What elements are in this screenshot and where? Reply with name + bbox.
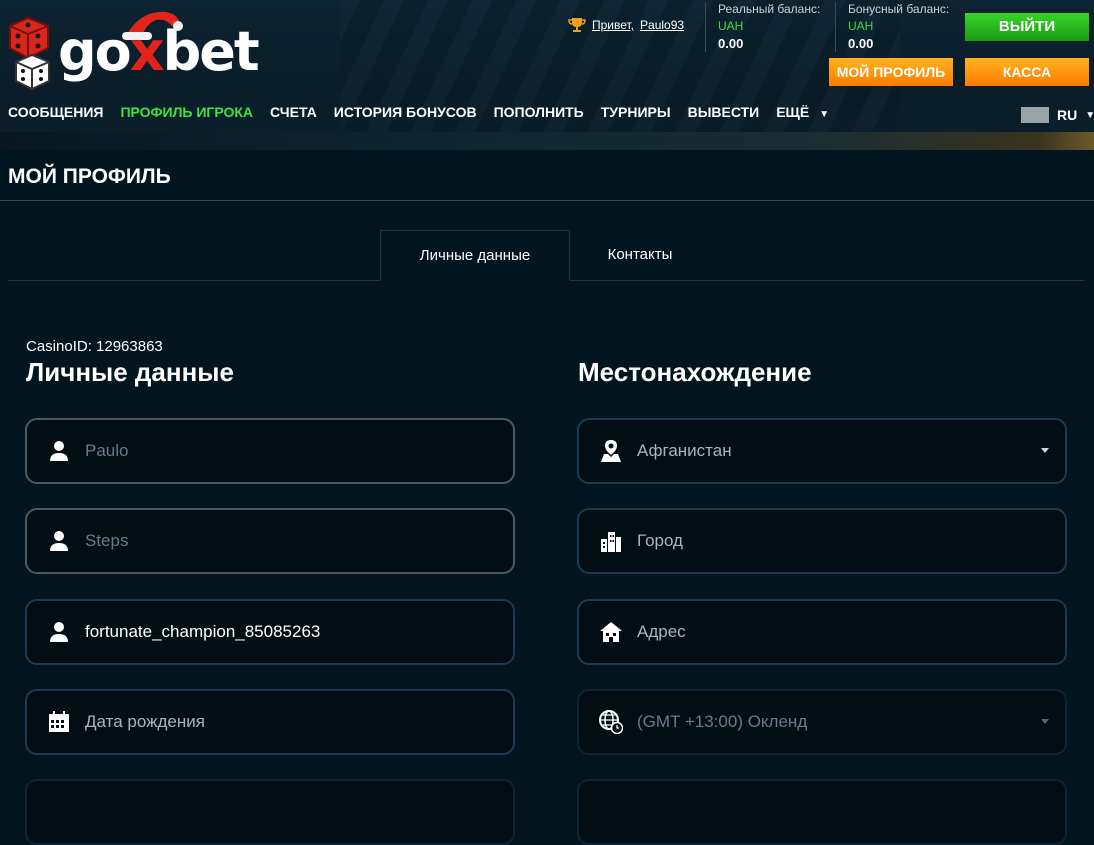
address-placeholder: Адрес [637, 622, 686, 641]
nav-item-messages[interactable]: СООБЩЕНИЯ [8, 104, 103, 120]
last-name-field[interactable]: Steps [25, 508, 515, 574]
nav-item-accounts[interactable]: СЧЕТА [270, 104, 317, 120]
bonus-balance-value: 0.00 [848, 36, 874, 51]
caret-down-icon: ▼ [1085, 109, 1094, 121]
country-value: Афганистан [637, 441, 732, 460]
bonus-balance-currency: UAH [848, 19, 874, 33]
trophy-icon [568, 18, 586, 32]
city-field[interactable]: Город [577, 508, 1067, 574]
santa-hat-icon [122, 11, 183, 40]
city-placeholder: Город [637, 531, 683, 550]
address-field[interactable]: Адрес [577, 599, 1067, 665]
city-buildings-icon [599, 529, 623, 553]
nav-item-player-profile[interactable]: ПРОФИЛЬ ИГРОКА [120, 104, 253, 120]
cashier-button[interactable]: КАССА [965, 58, 1089, 86]
timezone-select[interactable]: (GMT +13:00) Окленд [577, 689, 1067, 755]
tab-contacts[interactable]: Контакты [570, 230, 710, 280]
title-divider [0, 200, 1094, 201]
dropdown-arrow-icon [1041, 448, 1049, 453]
nav-item-withdraw[interactable]: ВЫВЕСТИ [688, 104, 760, 120]
user-greeting: Привет, Paulo93 [568, 16, 684, 34]
map-pin-icon [599, 439, 623, 463]
header-banner-strip [0, 132, 1094, 150]
calendar-icon [47, 710, 71, 734]
bonus-balance-label: Бонусный баланс: [848, 2, 950, 16]
greeting-link[interactable]: Привет, [592, 18, 634, 32]
dropdown-arrow-icon [1041, 719, 1049, 724]
page-title: МОЙ ПРОФИЛЬ [8, 165, 171, 188]
next-field-right[interactable] [577, 779, 1067, 845]
first-name-field[interactable]: Paulo [25, 418, 515, 484]
nav-item-bonus-history[interactable]: ИСТОРИЯ БОНУСОВ [334, 104, 477, 120]
nickname-field[interactable]: fortunate_champion_85085263 [25, 599, 515, 665]
flag-icon [1021, 107, 1049, 123]
logout-button[interactable]: ВЫЙТИ [965, 13, 1089, 41]
nav-item-tournaments[interactable]: ТУРНИРЫ [601, 104, 671, 120]
real-balance-currency: UAH [718, 19, 744, 33]
dice-white-icon [15, 53, 50, 91]
personal-section-title: Личные данные [26, 357, 234, 387]
my-profile-button[interactable]: МОЙ ПРОФИЛЬ [829, 58, 953, 86]
timezone-value: (GMT +13:00) Окленд [637, 712, 808, 731]
nickname-value: fortunate_champion_85085263 [85, 622, 321, 641]
caret-down-icon: ▼ [819, 109, 830, 120]
country-select[interactable]: Афганистан [577, 418, 1067, 484]
nav-item-deposit[interactable]: ПОПОЛНИТЬ [494, 104, 584, 120]
main-nav: СООБЩЕНИЯ ПРОФИЛЬ ИГРОКА СЧЕТА ИСТОРИЯ Б… [8, 104, 829, 120]
house-icon [599, 620, 623, 644]
casino-id: CasinoID: 12963863 [26, 338, 163, 355]
nav-more-label: ЕЩЁ [776, 104, 810, 120]
nav-item-more[interactable]: ЕЩЁ ▼ [776, 104, 829, 120]
globe-clock-icon [599, 710, 623, 734]
birthdate-placeholder: Дата рождения [85, 712, 205, 731]
site-logo[interactable]: goxbet [4, 8, 304, 91]
language-selector[interactable]: RU ▼ [1021, 107, 1094, 123]
language-code: RU [1057, 107, 1078, 123]
tab-personal-data[interactable]: Личные данные [380, 230, 570, 281]
bonus-balance: Бонусный баланс: UAH 0.00 [835, 2, 960, 52]
birthdate-field[interactable]: Дата рождения [25, 689, 515, 755]
last-name-placeholder: Steps [85, 531, 129, 550]
username-link[interactable]: Paulo93 [640, 18, 684, 32]
real-balance-value: 0.00 [718, 36, 744, 51]
next-field[interactable] [25, 779, 515, 845]
site-header: goxbet Привет, Paulo93 Реальный баланс: … [0, 0, 1094, 150]
first-name-placeholder: Paulo [85, 441, 129, 460]
real-balance-label: Реальный баланс: [718, 2, 821, 16]
user-icon [47, 439, 71, 463]
user-icon [47, 529, 71, 553]
real-balance: Реальный баланс: UAH 0.00 [705, 2, 830, 52]
user-icon [47, 620, 71, 644]
location-section-title: Местонахождение [578, 357, 812, 387]
